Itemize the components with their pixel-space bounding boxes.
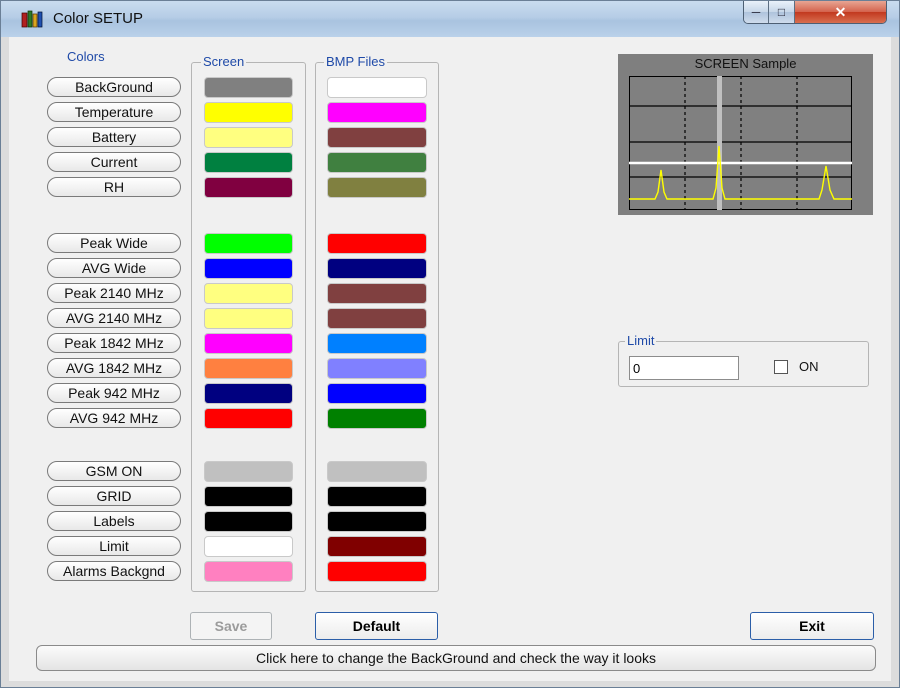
save-button[interactable]: Save xyxy=(190,612,272,640)
rh-bmp-color-swatch[interactable] xyxy=(327,177,427,198)
peak-1842-mhz-button[interactable]: Peak 1842 MHz xyxy=(47,333,181,353)
avg-1842-mhz-bmp-color-swatch[interactable] xyxy=(327,358,427,379)
screen-group-title: Screen xyxy=(201,54,247,69)
avg-2140-mhz-button[interactable]: AVG 2140 MHz xyxy=(47,308,181,328)
battery-button[interactable]: Battery xyxy=(47,127,181,147)
default-button[interactable]: Default xyxy=(315,612,438,640)
avg-wide-bmp-color-swatch[interactable] xyxy=(327,258,427,279)
peak-wide-bmp-color-swatch[interactable] xyxy=(327,233,427,254)
labels-bmp-color-swatch[interactable] xyxy=(327,511,427,532)
books-icon xyxy=(21,10,43,28)
close-icon: ✕ xyxy=(834,3,847,20)
window-title: Color SETUP xyxy=(53,10,144,27)
grid-screen-color-swatch[interactable] xyxy=(204,486,293,507)
peak-2140-mhz-screen-color-swatch[interactable] xyxy=(204,283,293,304)
screen-sample-preview: SCREEN Sample xyxy=(618,54,873,215)
limit-input[interactable] xyxy=(629,356,739,380)
avg-942-mhz-button[interactable]: AVG 942 MHz xyxy=(47,408,181,428)
sample-plot xyxy=(629,76,852,210)
limit-group: Limit ON xyxy=(618,333,869,387)
dialog-body: Colors Screen BMP Files BackGround Temper… xyxy=(9,37,891,681)
minimize-button[interactable]: ─ xyxy=(744,1,769,23)
peak-wide-button[interactable]: Peak Wide xyxy=(47,233,181,253)
temperature-screen-color-swatch[interactable] xyxy=(204,102,293,123)
maximize-icon: □ xyxy=(777,5,786,19)
peak-1842-mhz-bmp-color-swatch[interactable] xyxy=(327,333,427,354)
peak-942-mhz-bmp-color-swatch[interactable] xyxy=(327,383,427,404)
battery-screen-color-swatch[interactable] xyxy=(204,127,293,148)
grid-button[interactable]: GRID xyxy=(47,486,181,506)
avg-wide-button[interactable]: AVG Wide xyxy=(47,258,181,278)
alarms-backgnd-bmp-color-swatch[interactable] xyxy=(327,561,427,582)
peak-wide-screen-color-swatch[interactable] xyxy=(204,233,293,254)
limit-button[interactable]: Limit xyxy=(47,536,181,556)
limit-bmp-color-swatch[interactable] xyxy=(327,536,427,557)
avg-1842-mhz-screen-color-swatch[interactable] xyxy=(204,358,293,379)
rh-screen-color-swatch[interactable] xyxy=(204,177,293,198)
maximize-button[interactable]: □ xyxy=(769,1,795,23)
temperature-button[interactable]: Temperature xyxy=(47,102,181,122)
avg-942-mhz-screen-color-swatch[interactable] xyxy=(204,408,293,429)
window-controls: ─ □ ✕ xyxy=(743,1,887,24)
title-bar[interactable]: Color SETUP ─ □ ✕ xyxy=(1,1,899,37)
limit-group-title: Limit xyxy=(625,333,657,348)
limit-screen-color-swatch[interactable] xyxy=(204,536,293,557)
background-button[interactable]: BackGround xyxy=(47,77,181,97)
peak-2140-mhz-bmp-color-swatch[interactable] xyxy=(327,283,427,304)
rh-button[interactable]: RH xyxy=(47,177,181,197)
background-bmp-color-swatch[interactable] xyxy=(327,77,427,98)
peak-942-mhz-button[interactable]: Peak 942 MHz xyxy=(47,383,181,403)
color-setup-window: Color SETUP ─ □ ✕ Colors Screen BMP File… xyxy=(0,0,900,688)
battery-bmp-color-swatch[interactable] xyxy=(327,127,427,148)
background-preview-bar[interactable]: Click here to change the BackGround and … xyxy=(36,645,876,671)
grid-bmp-color-swatch[interactable] xyxy=(327,486,427,507)
temperature-bmp-color-swatch[interactable] xyxy=(327,102,427,123)
labels-screen-color-swatch[interactable] xyxy=(204,511,293,532)
peak-2140-mhz-button[interactable]: Peak 2140 MHz xyxy=(47,283,181,303)
avg-1842-mhz-button[interactable]: AVG 1842 MHz xyxy=(47,358,181,378)
gsm-on-screen-color-swatch[interactable] xyxy=(204,461,293,482)
background-screen-color-swatch[interactable] xyxy=(204,77,293,98)
close-button[interactable]: ✕ xyxy=(795,1,886,23)
peak-942-mhz-screen-color-swatch[interactable] xyxy=(204,383,293,404)
labels-button[interactable]: Labels xyxy=(47,511,181,531)
current-button[interactable]: Current xyxy=(47,152,181,172)
sample-title: SCREEN Sample xyxy=(694,56,797,71)
limit-on-checkbox[interactable] xyxy=(774,360,788,374)
current-screen-color-swatch[interactable] xyxy=(204,152,293,173)
avg-942-mhz-bmp-color-swatch[interactable] xyxy=(327,408,427,429)
alarms-backgnd-screen-color-swatch[interactable] xyxy=(204,561,293,582)
minimize-icon: ─ xyxy=(751,5,761,19)
gsm-on-button[interactable]: GSM ON xyxy=(47,461,181,481)
exit-button[interactable]: Exit xyxy=(750,612,874,640)
avg-2140-mhz-bmp-color-swatch[interactable] xyxy=(327,308,427,329)
avg-wide-screen-color-swatch[interactable] xyxy=(204,258,293,279)
gsm-on-bmp-color-swatch[interactable] xyxy=(327,461,427,482)
bmp-group-title: BMP Files xyxy=(324,54,387,69)
alarms-backgnd-button[interactable]: Alarms Backgnd xyxy=(47,561,181,581)
colors-label: Colors xyxy=(67,49,105,64)
avg-2140-mhz-screen-color-swatch[interactable] xyxy=(204,308,293,329)
peak-1842-mhz-screen-color-swatch[interactable] xyxy=(204,333,293,354)
limit-on-label: ON xyxy=(799,359,819,374)
current-bmp-color-swatch[interactable] xyxy=(327,152,427,173)
